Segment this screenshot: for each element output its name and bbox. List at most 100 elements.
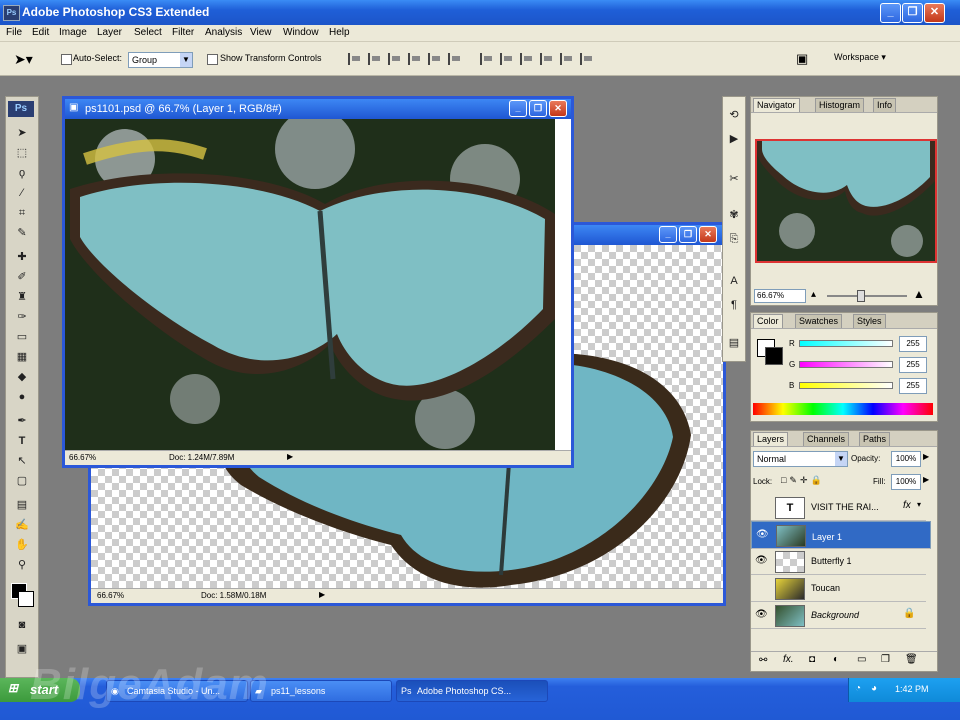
network-icon[interactable]: ◔ xyxy=(855,683,861,694)
fill-arrow-icon[interactable]: ▶ xyxy=(923,475,929,484)
show-transform-checkbox[interactable] xyxy=(207,54,218,65)
delete-layer-icon[interactable]: 🗑 xyxy=(905,654,918,665)
status-menu-arrow-front-icon[interactable]: ▶ xyxy=(287,452,293,461)
character-panel-icon[interactable]: A xyxy=(726,273,742,289)
navigator-thumbnail[interactable] xyxy=(755,139,937,263)
align-vcenter-icon[interactable] xyxy=(368,53,383,65)
tab-histogram[interactable]: Histogram xyxy=(815,98,865,112)
status-menu-arrow-icon[interactable]: ▶ xyxy=(319,590,325,599)
navigator-zoom-handle[interactable] xyxy=(857,290,865,302)
tab-swatches[interactable]: Swatches xyxy=(795,314,843,328)
tab-layers[interactable]: Layers xyxy=(753,432,789,446)
minimize-button[interactable]: _ xyxy=(880,3,901,23)
effects-expand-icon[interactable]: ▾ xyxy=(917,500,921,509)
close-button[interactable]: ✕ xyxy=(924,3,945,23)
adjustment-layer-icon[interactable]: ◐ xyxy=(833,654,839,665)
marquee-tool-icon[interactable]: ⬚ xyxy=(14,145,30,161)
zoom-out-icon[interactable]: ▴ xyxy=(811,289,816,300)
eyedropper-tool-icon[interactable]: ✎ xyxy=(14,225,30,241)
security-icon[interactable]: ◕ xyxy=(871,683,877,694)
eye-icon[interactable]: 👁 xyxy=(756,529,769,541)
add-mask-icon[interactable]: ◘ xyxy=(809,654,815,665)
doc-close-button[interactable]: ✕ xyxy=(699,226,717,243)
menu-select[interactable]: Select xyxy=(134,27,162,38)
tab-paths[interactable]: Paths xyxy=(859,432,891,446)
menu-view[interactable]: View xyxy=(250,27,272,38)
fill-input[interactable]: 100% xyxy=(891,474,921,490)
move-tool-icon[interactable]: ➤ xyxy=(14,125,30,141)
red-value-input[interactable]: 255 xyxy=(899,336,927,352)
doc-maximize-button[interactable]: ❐ xyxy=(679,226,697,243)
paragraph-panel-icon[interactable]: ¶ xyxy=(726,297,742,313)
menu-window[interactable]: Window xyxy=(283,27,319,38)
menu-analysis[interactable]: Analysis xyxy=(205,27,242,38)
new-group-icon[interactable]: ▭ xyxy=(857,654,866,665)
zoom-in-icon[interactable]: ▲ xyxy=(913,287,925,301)
tab-navigator[interactable]: Navigator xyxy=(753,98,800,112)
crop-tool-icon[interactable]: ⌗ xyxy=(14,205,30,221)
doc-zoom-back[interactable]: 66.67% xyxy=(97,591,124,600)
visibility-toggle-off[interactable] xyxy=(755,501,767,513)
green-value-input[interactable]: 255 xyxy=(899,357,927,373)
align-right-icon[interactable] xyxy=(448,53,463,65)
eraser-tool-icon[interactable]: ▭ xyxy=(14,329,30,345)
workspace-button[interactable]: Workspace ▾ xyxy=(834,52,886,63)
eye-icon[interactable]: 👁 xyxy=(755,555,768,567)
history-brush-icon[interactable]: ✑ xyxy=(14,309,30,325)
align-bottom-icon[interactable] xyxy=(388,53,403,65)
bridge-icon[interactable]: ▣ xyxy=(796,51,808,67)
navigator-zoom-slider[interactable] xyxy=(827,295,907,297)
blue-value-input[interactable]: 255 xyxy=(899,378,927,394)
task-photoshop[interactable]: Ps Adobe Photoshop CS... xyxy=(396,680,548,702)
move-tool-preset-icon[interactable]: ➤▾ xyxy=(14,51,33,68)
brushes-panel-icon[interactable]: ✾ xyxy=(726,207,742,223)
healing-brush-icon[interactable]: ✚ xyxy=(14,249,30,265)
opacity-arrow-icon[interactable]: ▶ xyxy=(923,452,929,461)
color-sampler-icon[interactable]: ✍ xyxy=(14,517,30,533)
clock[interactable]: 1:42 PM xyxy=(895,684,929,694)
color-spectrum-ramp[interactable] xyxy=(753,403,933,415)
layer-effects-icon[interactable]: fx xyxy=(903,500,911,511)
menu-filter[interactable]: Filter xyxy=(172,27,194,38)
restore-button[interactable]: ❐ xyxy=(902,3,923,23)
hand-tool-icon[interactable]: ✋ xyxy=(14,537,30,553)
tab-channels[interactable]: Channels xyxy=(803,432,850,446)
blur-tool-icon[interactable]: ◆ xyxy=(14,369,30,385)
layer-row-background[interactable]: 👁 Background 🔒 xyxy=(751,602,926,629)
layer-row-toucan[interactable]: Toucan xyxy=(751,575,926,602)
tool-presets-icon[interactable]: ✂ xyxy=(726,171,742,187)
opacity-input[interactable]: 100% xyxy=(891,451,921,467)
magic-wand-icon[interactable]: ⁄ xyxy=(14,185,30,201)
auto-select-dropdown[interactable]: Group ▼ xyxy=(128,52,193,68)
background-color-swatch[interactable] xyxy=(18,591,34,607)
add-style-icon[interactable]: fx. xyxy=(783,654,794,665)
history-panel-icon[interactable]: ⟲ xyxy=(726,107,742,123)
document-window-front[interactable]: ▣ ps1101.psd @ 66.7% (Layer 1, RGB/8#) _… xyxy=(62,96,574,468)
actions-panel-icon[interactable]: ▶ xyxy=(726,131,742,147)
quick-mask-icon[interactable]: ◙ xyxy=(14,617,30,633)
lock-options-icon[interactable]: □✎✛🔒 xyxy=(781,475,825,486)
distribute-left-icon[interactable] xyxy=(540,53,555,65)
eye-icon[interactable]: 👁 xyxy=(755,609,768,621)
align-hcenter-icon[interactable] xyxy=(428,53,443,65)
layer-row-selected[interactable]: 👁 Layer 1 xyxy=(751,521,931,549)
lasso-tool-icon[interactable]: ϙ xyxy=(14,165,30,181)
doc-minimize-button[interactable]: _ xyxy=(659,226,677,243)
distribute-right-icon[interactable] xyxy=(580,53,595,65)
image-canvas[interactable] xyxy=(65,119,555,451)
align-left-icon[interactable] xyxy=(408,53,423,65)
clone-stamp-icon[interactable]: ♜ xyxy=(14,289,30,305)
layer-comps-icon[interactable]: ▤ xyxy=(726,335,742,351)
distribute-bottom-icon[interactable] xyxy=(520,53,535,65)
menu-edit[interactable]: Edit xyxy=(32,27,49,38)
menu-file[interactable]: File xyxy=(6,27,22,38)
auto-select-checkbox[interactable] xyxy=(61,54,72,65)
red-slider[interactable] xyxy=(799,340,893,347)
document-title-bar-front[interactable]: ▣ ps1101.psd @ 66.7% (Layer 1, RGB/8#) _… xyxy=(65,99,571,119)
blue-slider[interactable] xyxy=(799,382,893,389)
gradient-tool-icon[interactable]: ▦ xyxy=(14,349,30,365)
dodge-tool-icon[interactable]: ● xyxy=(14,389,30,405)
layer-row-butterfly[interactable]: 👁 Butterfly 1 xyxy=(751,548,926,575)
tab-color[interactable]: Color xyxy=(753,314,783,328)
task-folder[interactable]: ▰ ps11_lessons xyxy=(250,680,392,702)
